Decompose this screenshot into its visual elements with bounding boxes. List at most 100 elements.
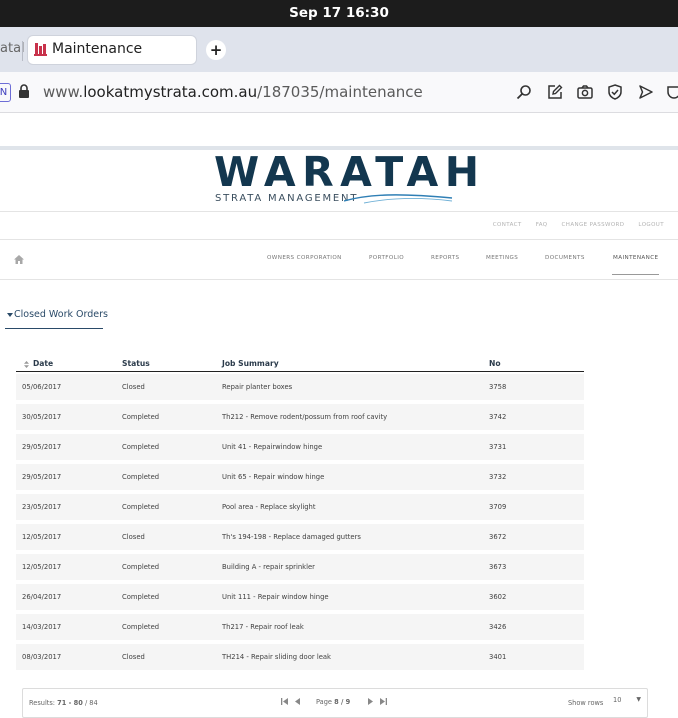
cell-date: 30/05/2017 <box>22 413 62 421</box>
previous-page-icon[interactable] <box>295 698 300 705</box>
nav-maintenance[interactable]: MAINTENANCE <box>613 255 658 261</box>
util-faq-link[interactable]: FAQ <box>536 222 548 228</box>
send-tab-icon[interactable] <box>638 84 654 100</box>
table-row[interactable]: 30/05/2017 Completed Th212 - Remove rode… <box>16 404 584 430</box>
cell-job-summary: Unit 111 - Repair window hinge <box>222 593 329 601</box>
edit-page-icon[interactable] <box>547 84 563 100</box>
nav-divider <box>0 279 678 280</box>
cell-date: 08/03/2017 <box>22 653 62 661</box>
pocket-icon[interactable] <box>666 84 678 100</box>
cell-no: 3709 <box>489 503 507 511</box>
page-value: 8 / 9 <box>334 698 351 706</box>
url-bar: N www.lookatmystrata.com.au/187035/maint… <box>0 72 678 113</box>
column-header-status[interactable]: Status <box>122 359 150 368</box>
next-page-icon[interactable] <box>368 698 373 705</box>
cell-status: Completed <box>122 593 160 601</box>
section-title-closed-work-orders[interactable]: Closed Work Orders <box>14 309 108 320</box>
cell-job-summary: Th's 194-198 - Replace damaged gutters <box>222 533 361 541</box>
cell-status: Completed <box>122 473 160 481</box>
url-path: /187035/maintenance <box>257 83 423 101</box>
url-prefix: www. <box>43 83 84 101</box>
table-row[interactable]: 26/04/2017 Completed Unit 111 - Repair w… <box>16 584 584 610</box>
table-row[interactable]: 23/05/2017 Completed Pool area - Replace… <box>16 494 584 520</box>
cell-date: 29/05/2017 <box>22 443 62 451</box>
tab-title: Maintenance <box>52 41 143 57</box>
screenshot-camera-icon[interactable] <box>577 84 593 100</box>
browser-tab-strip: atal Maintenance + <box>0 27 678 72</box>
header-divider <box>0 211 678 212</box>
brand-tagline: STRATA MANAGEMENT <box>215 193 359 204</box>
nav-documents[interactable]: DOCUMENTS <box>545 255 585 261</box>
cell-date: 26/04/2017 <box>22 593 62 601</box>
home-icon[interactable] <box>14 255 24 264</box>
column-header-no[interactable]: No <box>489 359 501 368</box>
cell-no: 3602 <box>489 593 507 601</box>
cell-job-summary: Unit 65 - Repair window hinge <box>222 473 325 481</box>
util-change-password-link[interactable]: CHANGE PASSWORD <box>562 222 625 228</box>
cell-date: 05/06/2017 <box>22 383 62 391</box>
zoom-search-icon[interactable] <box>516 84 532 100</box>
table-row[interactable]: 05/06/2017 Closed Repair planter boxes 3… <box>16 374 584 400</box>
cell-no: 3672 <box>489 533 507 541</box>
column-header-job-summary[interactable]: Job Summary <box>222 359 279 368</box>
waratah-favicon-icon <box>34 43 47 56</box>
cell-no: 3758 <box>489 383 507 391</box>
utility-nav: CONTACT FAQ CHANGE PASSWORD LOGOUT <box>493 222 664 228</box>
caret-down-icon[interactable] <box>7 313 13 317</box>
table-row[interactable]: 14/03/2017 Completed Th217 - Repair roof… <box>16 614 584 640</box>
cell-date: 12/05/2017 <box>22 533 62 541</box>
first-page-icon[interactable] <box>281 698 288 705</box>
table-row[interactable]: 12/05/2017 Closed Th's 194-198 - Replace… <box>16 524 584 550</box>
logo-wave-icon <box>344 194 453 204</box>
cell-job-summary: Pool area - Replace skylight <box>222 503 316 511</box>
cell-no: 3732 <box>489 473 507 481</box>
utility-divider <box>0 239 678 240</box>
tab-separator <box>22 41 23 61</box>
new-tab-button[interactable]: + <box>206 40 226 60</box>
clock[interactable]: Sep 17 16:30 <box>0 0 678 27</box>
rows-per-page-value: 10 <box>613 696 622 704</box>
cell-job-summary: Unit 41 - Repairwindow hinge <box>222 443 323 451</box>
nav-meetings[interactable]: MEETINGS <box>486 255 518 261</box>
cell-job-summary: TH214 - Repair sliding door leak <box>222 653 331 661</box>
nav-active-indicator <box>612 274 659 275</box>
table-row[interactable]: 12/05/2017 Completed Building A - repair… <box>16 554 584 580</box>
nav-portfolio[interactable]: PORTFOLIO <box>369 255 404 261</box>
os-top-bar: Sep 17 16:30 <box>0 0 678 27</box>
nav-reports[interactable]: REPORTS <box>431 255 459 261</box>
util-contact-link[interactable]: CONTACT <box>493 222 522 228</box>
rows-per-page-select[interactable]: 10 ▼ <box>613 696 643 708</box>
pagination-bar: Results: 71 - 80 / 84 Page 8 / 9 Show ro… <box>22 688 648 718</box>
cell-status: Completed <box>122 503 160 511</box>
results-summary: Results: 71 - 80 / 84 <box>29 699 98 707</box>
cell-job-summary: Repair planter boxes <box>222 383 293 391</box>
brand-logo-wordmark[interactable]: WARATAH <box>214 148 486 196</box>
address-field[interactable]: www.lookatmystrata.com.au/187035/mainten… <box>43 83 423 101</box>
cell-job-summary: Th212 - Remove rodent/possum from roof c… <box>222 413 388 421</box>
cell-date: 23/05/2017 <box>22 503 62 511</box>
results-label: Results: <box>29 699 56 707</box>
cell-status: Completed <box>122 443 160 451</box>
cell-no: 3742 <box>489 413 507 421</box>
table-row[interactable]: 08/03/2017 Closed TH214 - Repair sliding… <box>16 644 584 670</box>
lock-icon[interactable] <box>18 84 30 99</box>
last-page-icon[interactable] <box>380 698 387 705</box>
page-label: Page <box>316 698 332 706</box>
cell-status: Closed <box>122 533 145 541</box>
sort-icon[interactable] <box>24 361 29 368</box>
table-row[interactable]: 29/05/2017 Completed Unit 41 - Repairwin… <box>16 434 584 460</box>
cell-status: Closed <box>122 653 145 661</box>
table-row[interactable]: 29/05/2017 Completed Unit 65 - Repair wi… <box>16 464 584 490</box>
previous-tab-fragment[interactable]: atal <box>0 41 25 56</box>
table-header-rule <box>16 371 584 372</box>
shield-icon[interactable] <box>607 84 623 100</box>
cell-no: 3426 <box>489 623 507 631</box>
page-indicator: Page 8 / 9 <box>316 698 350 706</box>
cell-date: 29/05/2017 <box>22 473 62 481</box>
tab-maintenance[interactable]: Maintenance <box>28 36 196 64</box>
column-header-date[interactable]: Date <box>33 359 53 368</box>
cell-status: Completed <box>122 413 160 421</box>
nav-owners-corporation[interactable]: OWNERS CORPORATION <box>267 255 342 261</box>
extension-badge-icon[interactable]: N <box>0 83 11 102</box>
util-logout-link[interactable]: LOGOUT <box>638 222 664 228</box>
